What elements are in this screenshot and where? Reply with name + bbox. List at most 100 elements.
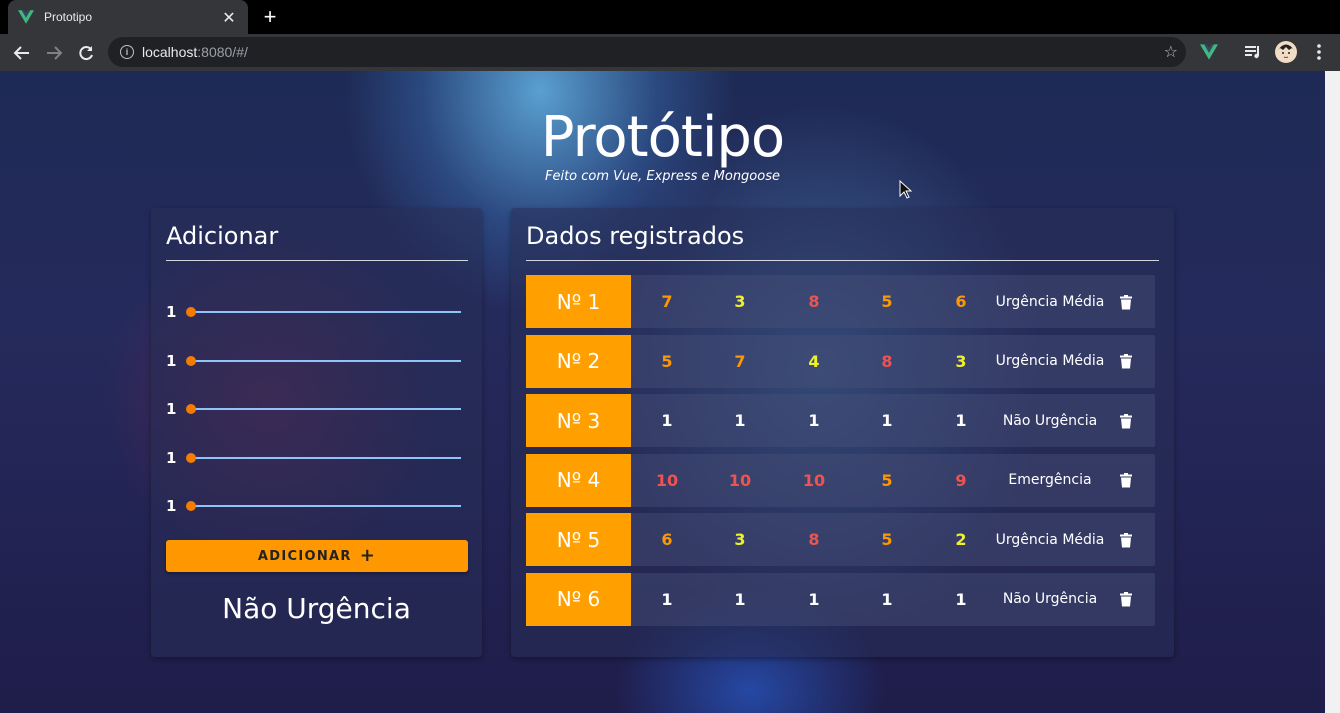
url-text: localhost:8080/#/ — [142, 44, 248, 60]
row-status: Emergência — [1008, 472, 1092, 488]
trash-icon[interactable] — [1116, 471, 1136, 491]
address-bar[interactable]: i localhost:8080/#/ ☆ — [108, 37, 1186, 67]
row-value: 5 — [881, 292, 893, 311]
row-value: 1 — [734, 411, 746, 430]
bookmark-star-icon[interactable]: ☆ — [1164, 42, 1178, 61]
row-value: 4 — [808, 351, 820, 371]
mouse-cursor-icon — [899, 180, 913, 199]
row-status: Não Urgência — [1002, 412, 1098, 429]
slider-value: 1 — [166, 352, 177, 370]
browser-menu-icon[interactable] — [1307, 40, 1331, 64]
page-scrollbar[interactable] — [1325, 71, 1340, 713]
slider-thumb[interactable] — [186, 453, 196, 463]
tab-close-icon[interactable]: ✕ — [220, 8, 238, 27]
urgency-result: Não Urgência — [222, 592, 411, 625]
row-status: Urgência Média — [995, 353, 1105, 369]
data-row: Nº 1 7 3 8 5 6 Urgência Média — [526, 275, 1155, 328]
row-value: 1 — [881, 411, 893, 430]
data-panel: Dados registrados Nº 1 7 3 8 5 6 Urgência Médi… — [511, 208, 1174, 657]
row-id-label: Nº 3 — [526, 394, 631, 447]
back-button[interactable] — [10, 41, 34, 65]
plus-icon: + — [359, 545, 377, 566]
slider-row: 1 — [166, 398, 466, 420]
row-value: 1 — [808, 411, 820, 430]
row-value: 1 — [808, 589, 820, 609]
tab-title: Prototipo — [44, 10, 93, 24]
forward-arrow-icon — [47, 46, 63, 60]
add-button[interactable]: ADICIONAR + — [166, 540, 468, 572]
data-row: Nº 6 1 1 1 1 1 Não Urgência — [526, 572, 1155, 626]
slider-value: 1 — [166, 449, 177, 467]
page-subtitle: Feito com Vue, Express e Mongoose — [545, 169, 780, 184]
slider-thumb[interactable] — [186, 501, 196, 511]
add-button-label: ADICIONAR — [257, 548, 352, 564]
row-value: 1 — [955, 589, 967, 609]
slider-row: 1 — [166, 301, 466, 323]
slider-track[interactable] — [191, 311, 461, 313]
browser-tab[interactable]: Prototipo ✕ — [8, 0, 248, 34]
media-playlist-icon[interactable] — [1241, 40, 1265, 64]
slider-thumb[interactable] — [186, 356, 196, 366]
slider-track[interactable] — [191, 408, 461, 410]
row-value: 6 — [955, 292, 967, 311]
row-status: Urgência Média — [995, 293, 1105, 310]
slider-row: 1 — [166, 350, 466, 372]
row-value: 1 — [661, 411, 673, 430]
slider-value: 1 — [166, 497, 177, 515]
trash-icon[interactable] — [1116, 352, 1136, 372]
row-value: 8 — [808, 530, 820, 549]
row-value: 10 — [655, 470, 679, 490]
info-icon[interactable]: i — [120, 45, 134, 59]
row-status: Urgência Média — [995, 531, 1105, 548]
row-value: 1 — [881, 589, 893, 609]
row-value: 5 — [881, 470, 893, 490]
data-panel-divider — [526, 260, 1159, 261]
row-value: 1 — [955, 411, 967, 430]
row-value: 2 — [955, 530, 967, 549]
data-row: Nº 4 10 10 10 5 9 Emergência — [526, 453, 1155, 507]
vue-devtools-extension-icon[interactable] — [1197, 40, 1221, 64]
row-value: 1 — [661, 589, 673, 609]
new-tab-button[interactable]: + — [259, 4, 281, 30]
slider-row: 1 — [166, 495, 466, 517]
data-row: Nº 5 6 3 8 5 2 Urgência Média — [526, 513, 1155, 566]
page-title: Protótipo — [540, 105, 785, 170]
slider-track[interactable] — [191, 457, 461, 459]
row-value: 1 — [734, 589, 746, 609]
row-value: 5 — [881, 530, 893, 549]
row-value: 3 — [955, 351, 967, 371]
data-row: Nº 3 1 1 1 1 1 Não Urgência — [526, 394, 1155, 447]
slider-thumb[interactable] — [186, 404, 196, 414]
row-value: 8 — [881, 351, 893, 371]
trash-icon[interactable] — [1116, 590, 1136, 610]
row-id-label: Nº 1 — [526, 275, 631, 328]
row-value: 3 — [734, 530, 746, 549]
data-row: Nº 2 5 7 4 8 3 Urgência Média — [526, 334, 1155, 388]
profile-avatar-icon[interactable] — [1274, 40, 1298, 64]
slider-track[interactable] — [191, 360, 461, 362]
trash-icon[interactable] — [1116, 411, 1136, 431]
row-value: 5 — [661, 351, 673, 371]
row-value: 8 — [808, 292, 820, 311]
row-id-label: Nº 6 — [526, 572, 631, 626]
slider-row: 1 — [166, 447, 466, 469]
browser-tab-strip: Prototipo ✕ + — [0, 0, 1340, 34]
row-id-label: Nº 5 — [526, 513, 631, 566]
forward-button[interactable] — [42, 41, 66, 65]
slider-thumb[interactable] — [186, 307, 196, 317]
row-id-label: Nº 4 — [526, 453, 631, 507]
slider-value: 1 — [166, 400, 177, 418]
row-status: Não Urgência — [1002, 591, 1098, 607]
back-arrow-icon — [13, 46, 29, 60]
browser-toolbar: i localhost:8080/#/ ☆ — [0, 34, 1340, 71]
add-panel-title: Adicionar — [166, 222, 279, 250]
reload-button[interactable] — [74, 41, 98, 65]
row-value: 6 — [661, 530, 673, 549]
row-value: 9 — [955, 470, 967, 490]
vue-logo-icon — [18, 10, 34, 24]
slider-track[interactable] — [191, 505, 461, 507]
row-value: 3 — [734, 292, 746, 311]
trash-icon[interactable] — [1116, 530, 1136, 550]
trash-icon[interactable] — [1116, 292, 1136, 312]
row-value: 10 — [728, 470, 752, 490]
